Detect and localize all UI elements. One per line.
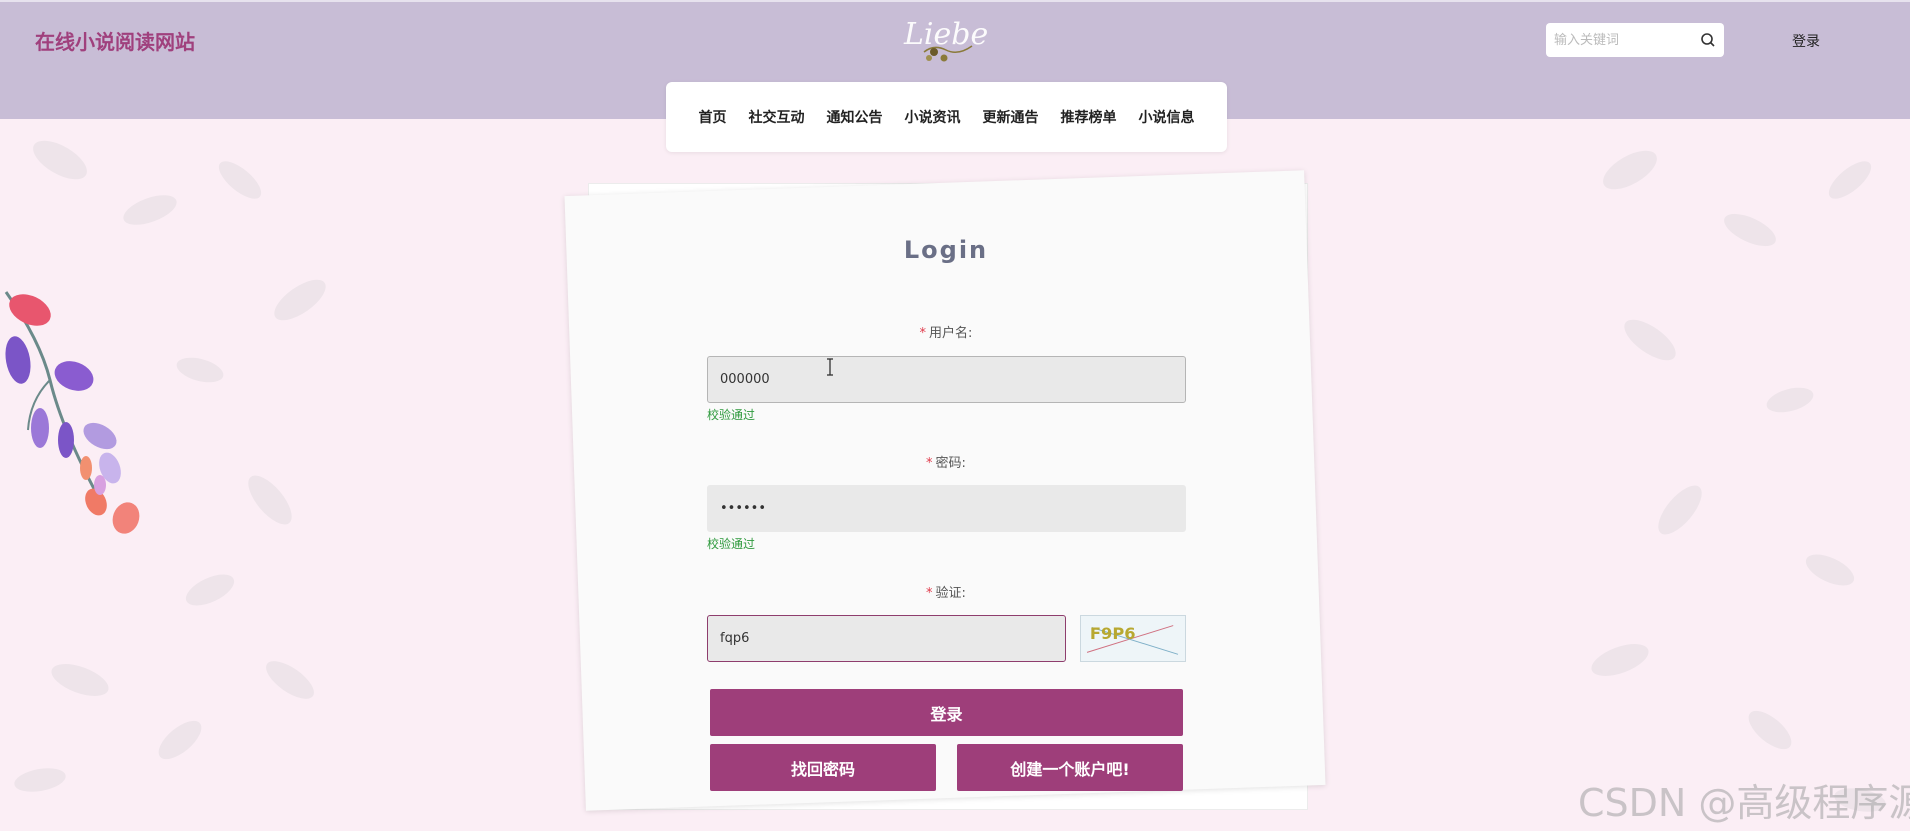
- nav-item-news[interactable]: 小说资讯: [894, 107, 972, 127]
- captcha-image[interactable]: F9P6: [1080, 615, 1186, 662]
- search-icon[interactable]: [1700, 32, 1716, 48]
- password-label-text: 密码:: [935, 456, 966, 471]
- nav-item-notices[interactable]: 通知公告: [816, 107, 894, 127]
- nav-item-social[interactable]: 社交互动: [738, 107, 816, 127]
- csdn-watermark: CSDN @高级程序源: [1578, 781, 1910, 825]
- floral-decoration: [4, 291, 140, 534]
- background-leaves-right: [1591, 150, 1886, 812]
- logo-text: Liebe: [903, 17, 988, 52]
- login-button[interactable]: 登录: [710, 689, 1183, 736]
- nav-item-home[interactable]: 首页: [688, 107, 738, 127]
- nav-item-rankings[interactable]: 推荐榜单: [1050, 107, 1128, 127]
- captcha-label: * 验证:: [0, 582, 1892, 601]
- login-title: Login: [903, 236, 989, 264]
- nav-item-updates[interactable]: 更新通告: [972, 107, 1050, 127]
- captcha-field[interactable]: [707, 615, 1066, 662]
- username-label: * 用户名:: [0, 322, 1892, 341]
- captcha-text: F9P6: [1090, 624, 1136, 643]
- site-logo[interactable]: Liebe: [896, 8, 996, 70]
- search-box: [1546, 23, 1724, 57]
- username-label-text: 用户名:: [929, 326, 973, 341]
- nav-item-novel-info[interactable]: 小说信息: [1128, 107, 1206, 127]
- required-mark: *: [926, 586, 933, 601]
- site-title[interactable]: 在线小说阅读网站: [35, 26, 195, 55]
- password-label: * 密码:: [0, 452, 1892, 471]
- forgot-password-button[interactable]: 找回密码: [710, 744, 936, 791]
- main-nav: 首页 社交互动 通知公告 小说资讯 更新通告 推荐榜单 小说信息: [666, 82, 1227, 152]
- username-status: 校验通过: [707, 408, 756, 422]
- captcha-label-text: 验证:: [935, 586, 966, 601]
- header-login-link[interactable]: 登录: [1792, 31, 1820, 51]
- required-mark: *: [926, 456, 933, 471]
- password-field[interactable]: [707, 485, 1186, 532]
- register-button[interactable]: 创建一个账户吧!: [957, 744, 1183, 791]
- search-input[interactable]: [1546, 23, 1696, 57]
- text-cursor-icon: [827, 358, 833, 376]
- required-mark: *: [919, 326, 927, 341]
- password-status: 校验通过: [707, 537, 756, 551]
- username-field[interactable]: [707, 356, 1186, 403]
